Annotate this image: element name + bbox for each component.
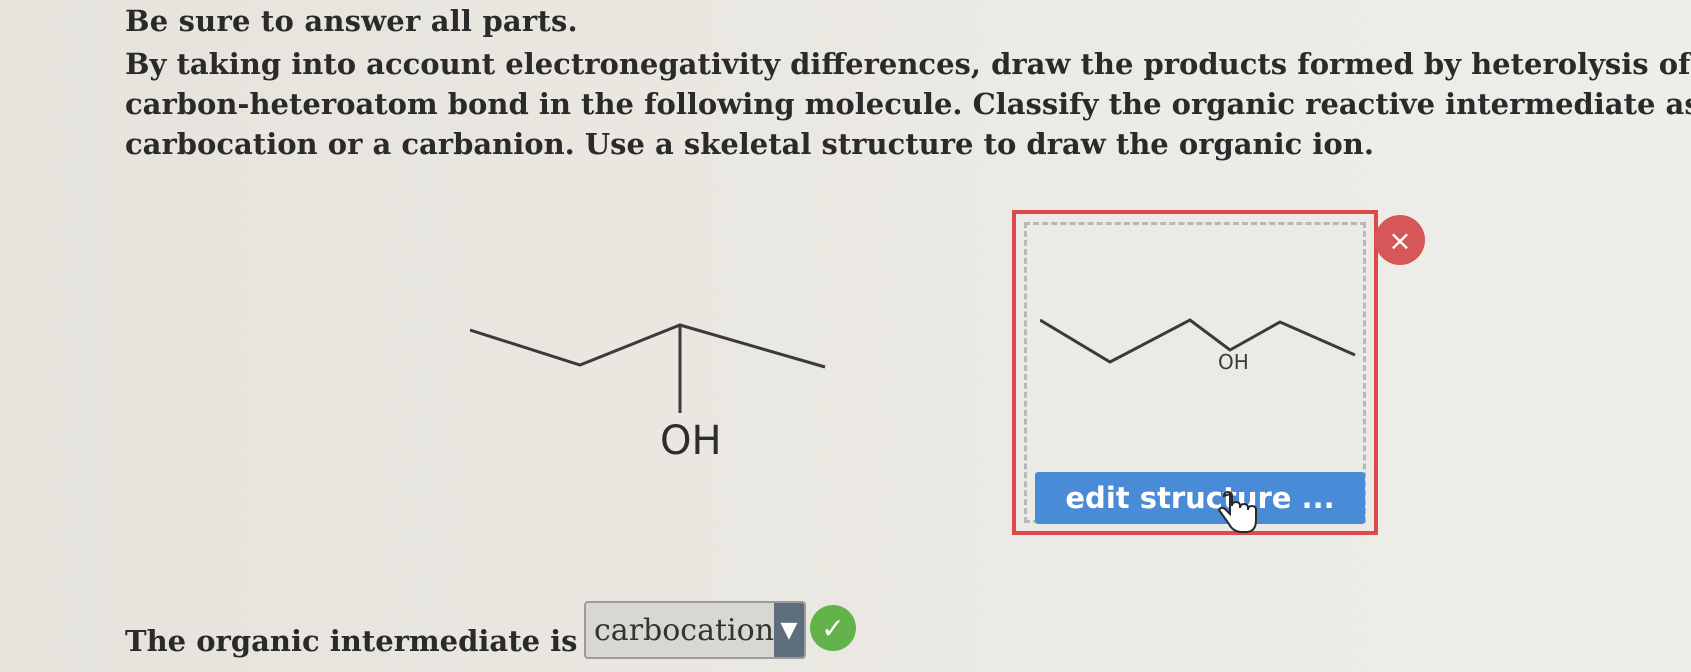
correct-check-icon: ✓ xyxy=(810,605,856,651)
question-line: carbon-heteroatom bond in the following … xyxy=(125,87,1691,121)
drawn-structure xyxy=(1040,318,1356,364)
select-value: carbocation xyxy=(594,612,775,648)
edit-structure-button[interactable]: edit structure ... xyxy=(1035,472,1365,524)
drawn-hydroxyl-label: OH xyxy=(1218,350,1249,374)
given-molecule-structure xyxy=(470,323,826,413)
carbon-chain-bonds xyxy=(470,323,826,369)
intermediate-type-select[interactable]: carbocation ▼ xyxy=(584,601,806,659)
question-line: By taking into account electronegativity… xyxy=(125,47,1691,81)
hand-cursor-icon xyxy=(1218,490,1257,533)
drawn-chain-bonds xyxy=(1040,318,1356,364)
instructions-text: Be sure to answer all parts. xyxy=(125,4,578,38)
dropdown-arrow-icon[interactable]: ▼ xyxy=(774,603,804,657)
close-icon[interactable]: × xyxy=(1375,215,1425,265)
question-line: carbocation or a carbanion. Use a skelet… xyxy=(125,127,1374,161)
hydroxyl-label: OH xyxy=(660,418,722,464)
classification-label: The organic intermediate is a xyxy=(125,624,607,658)
question-text: By taking into account electronegativity… xyxy=(125,44,1691,164)
